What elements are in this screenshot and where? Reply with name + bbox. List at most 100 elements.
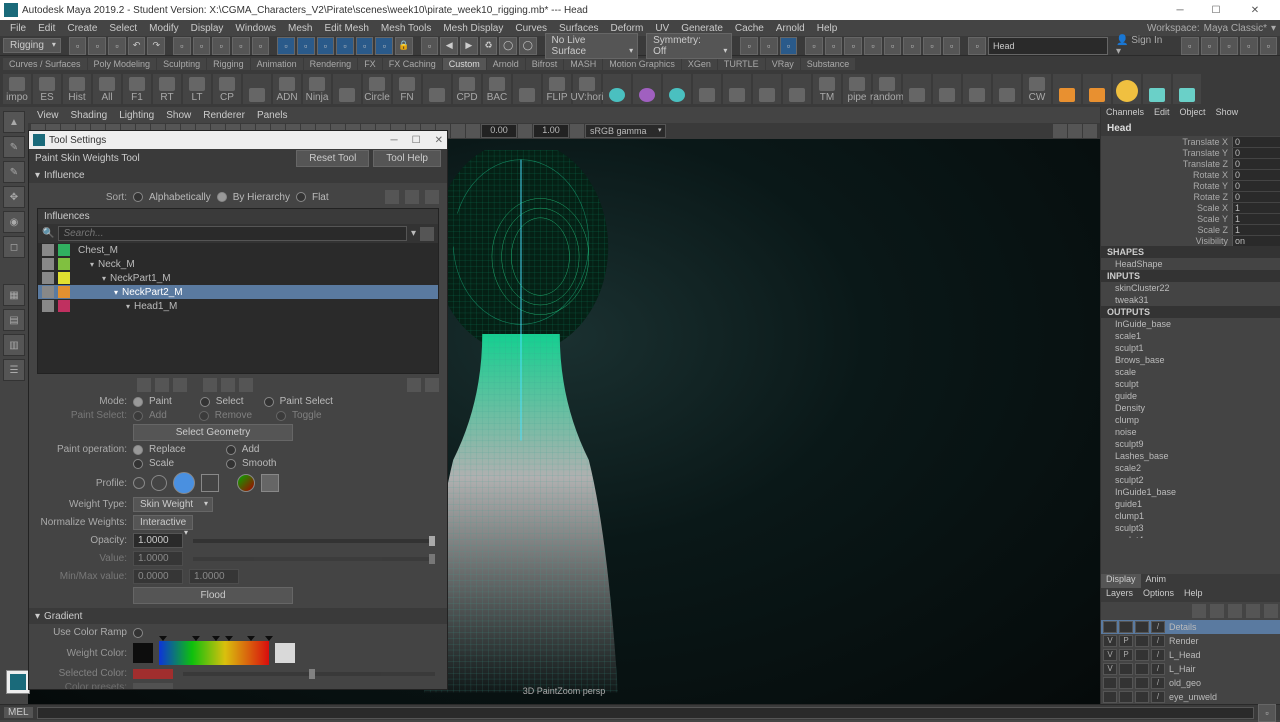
render-icon[interactable]: ▫ [805,37,823,55]
channel-box-tab[interactable]: Show [1211,107,1244,121]
menu-mesh-tools[interactable]: Mesh Tools [375,23,437,34]
mode-paint-radio[interactable] [133,397,143,407]
menu-modify[interactable]: Modify [143,23,184,34]
layout-icon-4[interactable]: ☰ [3,359,25,381]
undo-icon[interactable]: ↶ [128,37,146,55]
sort-hierarchy-radio[interactable] [217,192,227,202]
inf-tool-icon[interactable] [239,378,253,392]
vp-right-icon[interactable] [1053,124,1067,138]
attr-row[interactable]: Translate X0 [1101,136,1280,147]
menu-help[interactable]: Help [811,23,844,34]
shelf-icon[interactable]: Circle [363,74,391,104]
inf-tool-icon[interactable] [173,378,187,392]
ts-minimize-icon[interactable]: ─ [391,135,398,146]
lock-icon[interactable] [42,286,54,298]
attr-row[interactable]: Rotate Z0 [1101,191,1280,202]
move-icon[interactable]: ▫ [232,37,250,55]
profile-browse[interactable] [261,474,279,492]
maximize-button[interactable]: ☐ [1198,0,1234,20]
display-tab[interactable]: Display [1101,574,1141,588]
shelf-icon[interactable] [753,74,781,104]
menu-arnold[interactable]: Arnold [770,23,811,34]
pin-icon[interactable] [385,190,399,204]
mode-paintselect-radio[interactable] [264,397,274,407]
shelf-icon[interactable] [1053,74,1081,104]
opacity-input[interactable] [133,533,183,548]
profile-3-selected[interactable] [173,472,195,494]
shelf-icon[interactable]: CPD [453,74,481,104]
shelf-tab[interactable]: Rigging [207,58,250,70]
shelf-icon[interactable] [333,74,361,104]
viewport-menu[interactable]: Renderer [198,110,250,121]
round2-icon[interactable]: ◯ [519,37,537,55]
shelf-tab[interactable]: Curves / Surfaces [3,58,87,70]
shelf-icon[interactable] [1113,74,1141,104]
inf-tool-icon[interactable] [137,378,151,392]
shelf-icon[interactable]: Ninja [303,74,331,104]
mode-select-radio[interactable] [200,397,210,407]
shelf-icon[interactable]: FLIP [543,74,571,104]
mode-dropdown[interactable]: Rigging [3,38,61,53]
viewport-menu[interactable]: Show [161,110,196,121]
shelf-tab[interactable]: VRay [766,58,800,70]
shelf-icon[interactable] [1173,74,1201,104]
vp-icon[interactable] [518,124,532,138]
render6-icon[interactable]: ▫ [903,37,921,55]
time-start[interactable]: 0.00 [481,124,517,138]
ts-close-icon[interactable]: ✕ [435,135,443,146]
live-surface-dropdown[interactable]: No Live Surface [545,33,639,59]
channel-box-tab[interactable]: Channels [1101,107,1149,121]
shelf-icon[interactable]: LT [183,74,211,104]
output-item[interactable]: sculpt9 [1101,438,1280,450]
render3-icon[interactable]: ▫ [844,37,862,55]
save-scene-icon[interactable]: ▫ [108,37,126,55]
layer-icon[interactable] [1246,604,1260,618]
attr-row[interactable]: Rotate X0 [1101,169,1280,180]
profile-1[interactable] [133,477,145,489]
attr-row[interactable]: Scale Z1 [1101,224,1280,235]
input-item[interactable]: skinCluster22 [1101,282,1280,294]
shelf-icon[interactable]: RT [153,74,181,104]
menu-file[interactable]: File [4,23,32,34]
shelf-icon[interactable] [1143,74,1171,104]
vp-right-icon[interactable] [1083,124,1097,138]
output-item[interactable]: InGuide_base [1101,318,1280,330]
script-editor-icon[interactable] [6,670,30,694]
lock-icon[interactable]: 🔒 [395,37,413,55]
snap-plane-icon[interactable]: ▫ [336,37,354,55]
attr-row[interactable]: Scale Y1 [1101,213,1280,224]
shelf-icon[interactable]: F1 [123,74,151,104]
output-item[interactable]: noise [1101,426,1280,438]
command-input[interactable] [37,707,1254,719]
shelf-icon[interactable]: CW [1023,74,1051,104]
normalize-dropdown[interactable]: Interactive [133,515,193,530]
shelf-icon[interactable]: Hist [63,74,91,104]
open-scene-icon[interactable]: ▫ [88,37,106,55]
right-icon-2[interactable]: ▫ [1201,37,1219,55]
shelf-tab[interactable]: Motion Graphics [603,58,681,70]
attr-row[interactable]: Scale X1 [1101,202,1280,213]
menu-windows[interactable]: Windows [229,23,282,34]
recycle-icon[interactable]: ♻ [480,37,498,55]
arrow-r-icon[interactable]: ▶ [460,37,478,55]
shelf-icon[interactable]: random [873,74,901,104]
shelf-icon[interactable]: impo [3,74,31,104]
channel-box-tab[interactable]: Edit [1149,107,1175,121]
lock-icon[interactable] [42,272,54,284]
shelf-icon[interactable] [693,74,721,104]
profile-2[interactable] [151,475,167,491]
shelf-icon[interactable]: ES [33,74,61,104]
profile-custom[interactable] [237,474,255,492]
menu-edit-mesh[interactable]: Edit Mesh [318,23,374,34]
snap-curve-icon[interactable]: ▫ [297,37,315,55]
arrow2-icon[interactable] [425,190,439,204]
shelf-icon[interactable]: CP [213,74,241,104]
use-color-ramp-checkbox[interactable] [133,628,143,638]
shelf-icon[interactable] [513,74,541,104]
gradient-bar[interactable] [159,641,269,665]
shelf-icon[interactable]: UV:hori [573,74,601,104]
snap-view-icon[interactable]: ▫ [375,37,393,55]
op-scale-radio[interactable] [133,459,143,469]
layout-icon-1[interactable]: ▦ [3,284,25,306]
shelf-tab[interactable]: Substance [801,58,856,70]
